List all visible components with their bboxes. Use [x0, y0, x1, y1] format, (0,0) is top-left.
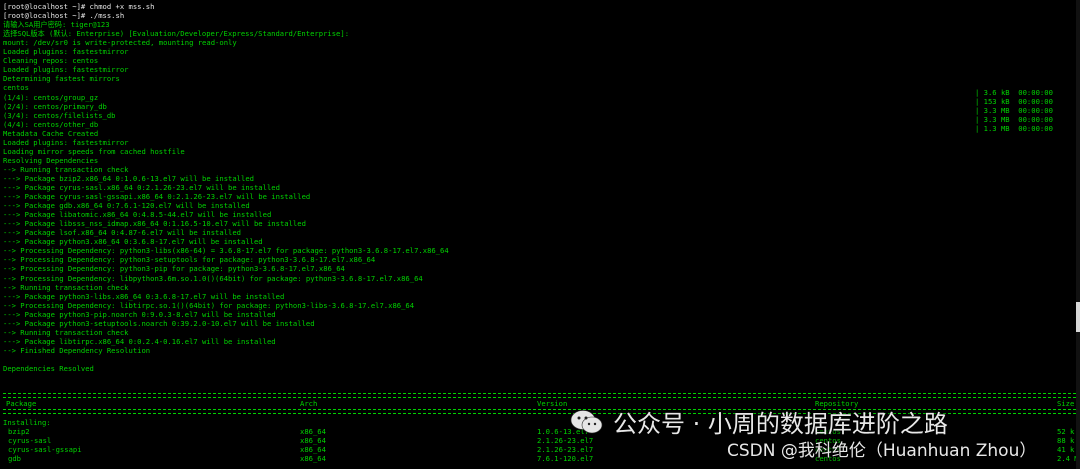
download-stat: | 1.3 MB 00:00:00: [975, 124, 1053, 133]
table-cell: gdb: [8, 454, 21, 463]
table-cell: x86_64: [300, 427, 326, 436]
table-cell: cyrus-sasl: [8, 436, 52, 445]
header-size: Size: [1057, 399, 1075, 408]
terminal-line: ---> Package python3.x86_64 0:3.6.8-17.e…: [3, 237, 263, 247]
terminal-window[interactable]: [root@localhost ~]# chmod +x mss.sh [root…: [0, 0, 1076, 469]
terminal-line: Loaded plugins: fastestmirror: [3, 65, 129, 75]
terminal-line: ---> Package bzip2.x86_64 0:1.0.6-13.el7…: [3, 173, 254, 183]
terminal-line: ---> Package libatomic.x86_64 0:4.8.5-44…: [3, 210, 272, 220]
scrollbar-thumb[interactable]: [1076, 302, 1080, 332]
table-cell: 52 k: [1057, 427, 1075, 436]
terminal-line: (4/4): centos/other_db: [3, 119, 99, 129]
terminal-line: ---> Package cyrus-sasl-gssapi.x86_64 0:…: [3, 192, 311, 202]
terminal-line: ---> Package cyrus-sasl.x86_64 0:2.1.26-…: [3, 183, 280, 192]
terminal-line: 选择SQL版本 (默认: Enterprise) [Evaluation/Dev…: [3, 29, 350, 39]
terminal-line: (1/4): centos/group_gz: [3, 92, 99, 102]
table-cell: 7.6.1-120.el7: [537, 454, 594, 463]
wechat-watermark: 公众号 · 小周的数据库进阶之路: [613, 410, 948, 438]
header-repository: Repository: [815, 399, 859, 408]
table-cell: 41 k: [1057, 445, 1075, 454]
terminal-line: --> Running transaction check: [3, 164, 129, 174]
terminal-line: ---> Package python3-pip.noarch 0:9.0.3-…: [3, 309, 276, 319]
installing-label: Installing:: [3, 418, 51, 427]
terminal-line: 请输入SA用户密码: tiger@123: [3, 20, 110, 30]
terminal-line: ---> Package libsss_nss_idmap.x86_64 0:1…: [3, 219, 306, 229]
wechat-icon: [570, 410, 603, 434]
terminal-line: --> Processing Dependency: python3-libs(…: [3, 246, 449, 256]
terminal-line: Metadata Cache Created: [3, 128, 99, 138]
header-arch: Arch: [300, 399, 318, 408]
terminal-line: ---> Package lsof.x86_64 0:4.87-6.el7 wi…: [3, 228, 241, 238]
table-cell: x86_64: [300, 436, 326, 445]
table-cell: x86_64: [300, 454, 326, 463]
table-cell: x86_64: [300, 445, 326, 454]
download-stat: | 153 kB 00:00:00: [975, 97, 1053, 106]
download-stat: | 3.6 kB 00:00:00: [975, 88, 1053, 97]
terminal-line: [root@localhost ~]# ./mss.sh: [3, 11, 125, 21]
csdn-watermark: CSDN @我科绝伦（Huanhuan Zhou）: [727, 441, 1037, 461]
scrollbar-track[interactable]: [1076, 0, 1080, 469]
terminal-line: centos: [3, 83, 29, 93]
header-package: Package: [6, 399, 37, 408]
terminal-line: Loaded plugins: fastestmirror: [3, 47, 129, 57]
table-cell: cyrus-sasl-gssapi: [8, 445, 82, 454]
terminal-line: ---> Package python3-setuptools.noarch 0…: [3, 318, 315, 328]
terminal-line: --> Running transaction check: [3, 282, 129, 292]
terminal-line: Dependencies Resolved: [3, 364, 94, 373]
terminal-line: Cleaning repos: centos: [3, 56, 99, 66]
terminal-line: ---> Package python3-libs.x86_64 0:3.6.8…: [3, 291, 285, 301]
table-cell: 88 k: [1057, 436, 1075, 445]
download-stat: | 3.3 MB 00:00:00: [975, 115, 1053, 124]
terminal-line: Resolving Dependencies: [3, 155, 99, 165]
terminal-line: ---> Package libtirpc.x86_64 0:0.2.4-0.1…: [3, 336, 276, 346]
terminal-line: Loading mirror speeds from cached hostfi…: [3, 146, 185, 156]
terminal-line: --> Processing Dependency: libpython3.6m…: [3, 273, 423, 283]
terminal-line: --> Finished Dependency Resolution: [3, 345, 151, 355]
terminal-line: (3/4): centos/filelists_db: [3, 110, 116, 120]
terminal-line: Determining fastest mirrors: [3, 74, 120, 84]
terminal-line: Loaded plugins: fastestmirror: [3, 137, 129, 147]
table-cell: 2.1.26-23.el7: [537, 436, 594, 445]
table-separator: [3, 393, 1076, 398]
table-cell: bzip2: [8, 427, 30, 436]
terminal-line: (2/4): centos/primary_db: [3, 101, 107, 111]
terminal-line: ---> Package gdb.x86_64 0:7.6.1-120.el7 …: [3, 201, 250, 211]
terminal-line: mount: /dev/sr0 is write-protected, moun…: [3, 38, 237, 48]
terminal-line: [root@localhost ~]# chmod +x mss.sh: [3, 2, 155, 11]
terminal-line: --> Running transaction check: [3, 327, 129, 337]
terminal-line: --> Processing Dependency: python3-setup…: [3, 255, 376, 265]
download-stat: | 3.3 MB 00:00:00: [975, 106, 1053, 115]
header-version: Version: [537, 399, 568, 408]
terminal-line: --> Processing Dependency: python3-pip f…: [3, 264, 345, 274]
terminal-line: --> Processing Dependency: libtirpc.so.1…: [3, 300, 415, 310]
table-cell: 2.1.26-23.el7: [537, 445, 594, 454]
table-cell: 2.4 M: [1057, 454, 1076, 463]
